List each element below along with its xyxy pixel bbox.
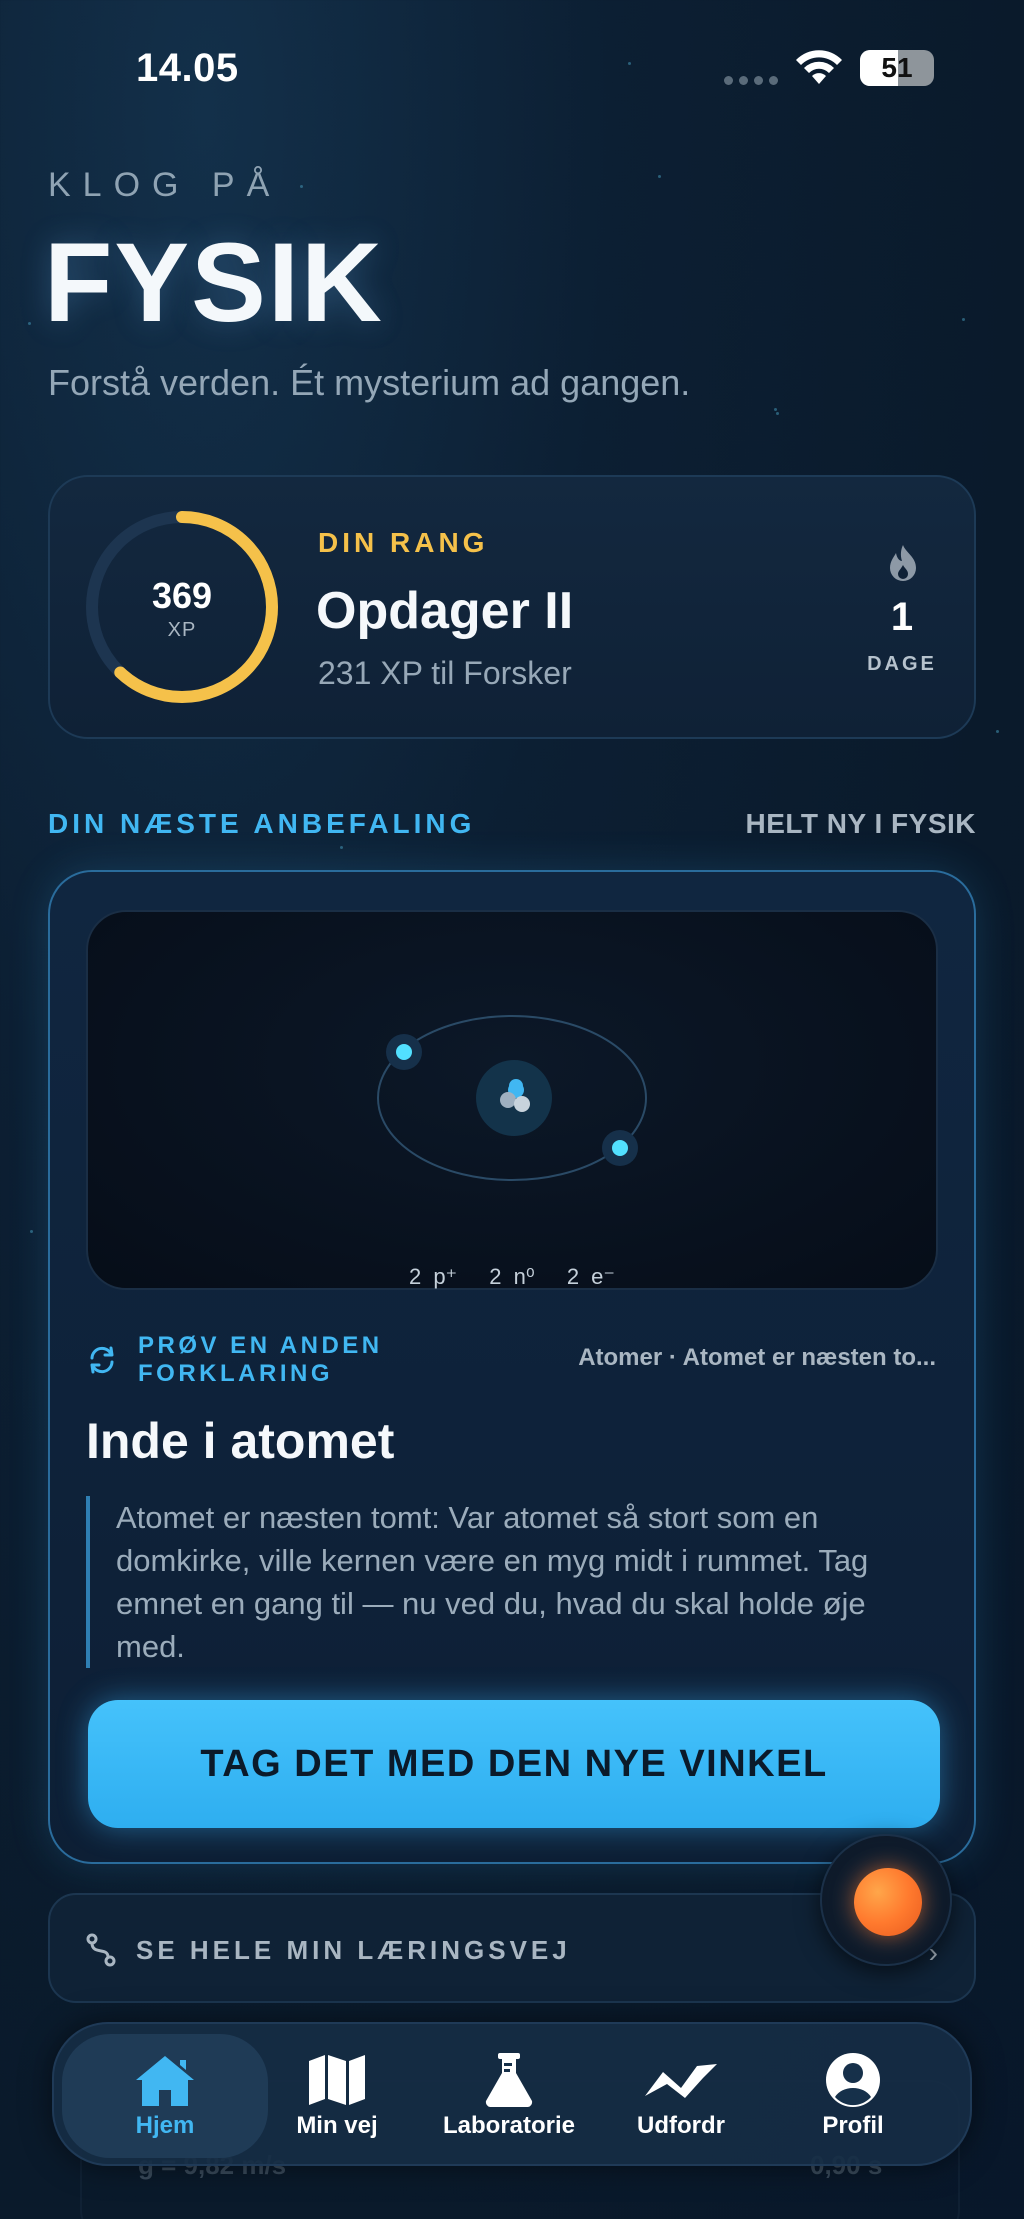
route-icon	[86, 1933, 116, 1967]
topic-breadcrumb: Atomer · Atomet er næsten to...	[578, 1344, 936, 1371]
orb-icon	[854, 1868, 922, 1936]
star-decoration	[300, 185, 303, 188]
battery-level: 51	[881, 52, 913, 83]
tab-label: Laboratorie	[442, 2112, 576, 2139]
star-decoration	[774, 408, 777, 411]
level-tag: HELT NY I FYSIK	[745, 808, 976, 839]
rank-card[interactable]: 369 XP DIN RANG Opdager II 231 XP til Fo…	[48, 475, 976, 739]
status-time: 14.05	[136, 46, 239, 90]
page-eyebrow: KLOG PÅ	[48, 166, 282, 204]
proton-count: 2 p⁺	[408, 1264, 458, 1289]
section-title: DIN NÆSTE ANBEFALING	[48, 808, 476, 839]
atom-illustration: 2 p⁺ 2 n⁰ 2 e⁻	[86, 910, 938, 1290]
star-decoration	[962, 318, 965, 321]
rank-label: DIN RANG	[318, 527, 489, 558]
lesson-title: Inde i atomet	[86, 1413, 395, 1469]
cellular-signal-icon	[724, 76, 778, 85]
streak-unit: DAGE	[867, 653, 937, 675]
recommendation-card[interactable]: 2 p⁺ 2 n⁰ 2 e⁻ PRØV EN ANDEN FORKLARING …	[48, 870, 976, 1864]
home-icon	[136, 2056, 194, 2106]
tab-label: Udfordr	[637, 2112, 725, 2139]
battery-tip	[928, 60, 933, 74]
xp-value: 369	[151, 575, 213, 616]
learning-path-label: SE HELE MIN LÆRINGSVEJ	[136, 1935, 571, 1965]
start-lesson-button[interactable]: TAG DET MED DEN NYE VINKEL	[88, 1700, 940, 1828]
tab-label: Hjem	[135, 2112, 195, 2139]
star-decoration	[28, 322, 31, 325]
page-title: FYSIK	[44, 220, 384, 345]
rank-name: Opdager II	[316, 582, 574, 640]
bottom-tab-bar: Hjem Min vej Laboratorie Udfordr Profil	[52, 2022, 972, 2166]
challenge-wave-icon	[645, 2064, 717, 2098]
star-decoration	[340, 846, 343, 849]
lesson-hint-quote: Atomet er næsten tomt: Var atomet så sto…	[86, 1496, 926, 1668]
star-decoration	[30, 1230, 33, 1233]
tab-profile[interactable]: Profil	[750, 2034, 956, 2158]
assistant-orb-button[interactable]	[820, 1834, 952, 1966]
star-decoration	[628, 62, 631, 65]
flame-icon	[890, 545, 916, 581]
tab-label: Min vej	[296, 2112, 378, 2139]
star-decoration	[658, 175, 661, 178]
next-rank-text: 231 XP til Forsker	[318, 655, 572, 691]
alternative-explanation-label: PRØV EN ANDEN FORKLARING	[138, 1332, 383, 1387]
xp-unit: XP	[167, 619, 197, 641]
battery-indicator: 51	[860, 50, 934, 86]
streak-value: 1	[890, 595, 914, 639]
alternative-explanation-button[interactable]: PRØV EN ANDEN FORKLARING	[86, 1332, 438, 1388]
flask-icon	[485, 2053, 533, 2107]
wifi-icon	[796, 50, 842, 84]
refresh-icon	[90, 1346, 114, 1374]
atom-stats: 2 p⁺ 2 n⁰ 2 e⁻	[88, 1264, 936, 1290]
star-decoration	[996, 730, 999, 733]
neutron-count: 2 n⁰	[489, 1264, 535, 1289]
atom-diagram	[377, 1015, 647, 1181]
star-decoration	[776, 412, 779, 415]
profile-icon	[826, 2053, 880, 2107]
electron-count: 2 e⁻	[566, 1264, 616, 1289]
page-subtitle: Forstå verden. Ét mysterium ad gangen.	[48, 362, 691, 403]
map-icon	[309, 2055, 365, 2105]
tab-label: Profil	[822, 2112, 884, 2139]
